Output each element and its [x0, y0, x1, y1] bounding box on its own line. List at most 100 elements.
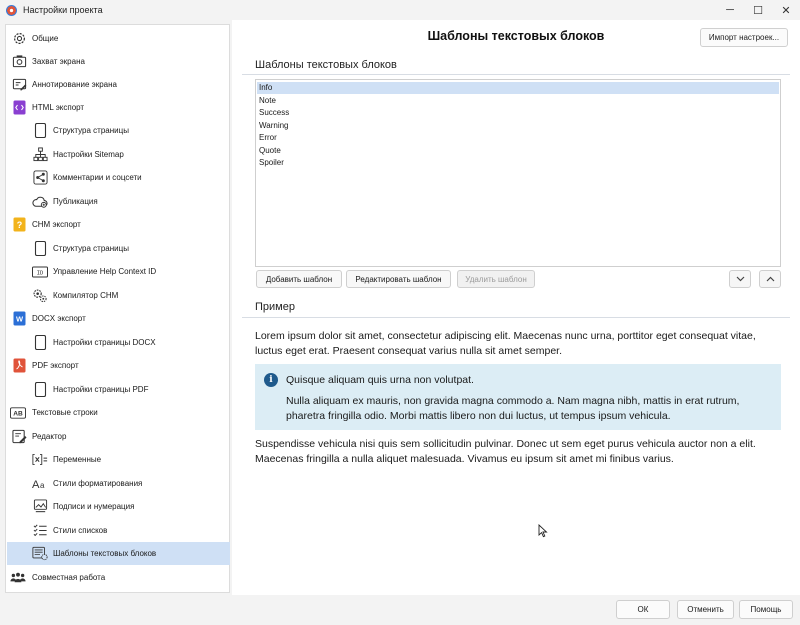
- sidebar-item-list-styles[interactable]: Стили списков: [7, 519, 230, 542]
- sidebar-item-pdf-export[interactable]: PDF экспорт: [7, 354, 230, 377]
- sidebar-item-docx-export[interactable]: W DOCX экспорт: [7, 307, 230, 330]
- sidebar-item-editor[interactable]: Редактор: [7, 425, 230, 448]
- ab-icon: AB: [10, 405, 26, 421]
- variables-icon: [32, 452, 48, 468]
- sidebar-item-comments-social[interactable]: Комментарии и соцсети: [7, 166, 230, 189]
- list-item-success[interactable]: Success: [257, 107, 779, 119]
- sidebar-item-label: Совместная работа: [32, 573, 106, 582]
- list-item-spoiler[interactable]: Spoiler: [257, 157, 779, 169]
- sidebar-item-label: Настройки Sitemap: [53, 150, 124, 159]
- sidebar-item-label: CHM экспорт: [32, 220, 81, 229]
- sidebar-item-publishing[interactable]: Публикация: [7, 190, 230, 213]
- svg-text:AB: AB: [13, 410, 23, 417]
- page-icon: [32, 241, 48, 257]
- sidebar-item-label: Текстовые строки: [32, 408, 98, 417]
- team-icon: [10, 570, 26, 586]
- sitemap-icon: [32, 147, 48, 163]
- page-icon: [32, 335, 48, 351]
- sidebar-item-label: Компилятор CHM: [53, 291, 119, 300]
- sidebar-item-label: Аннотирование экрана: [32, 80, 117, 89]
- add-template-button[interactable]: Добавить шаблон: [256, 270, 342, 288]
- sidebar-item-label: Переменные: [53, 455, 102, 464]
- ok-button[interactable]: ОК: [616, 600, 670, 619]
- captions-icon: [32, 499, 48, 515]
- sidebar-item-chm-compiler[interactable]: Компилятор CHM: [7, 284, 230, 307]
- chevron-up-icon: [766, 276, 774, 282]
- list-item-quote[interactable]: Quote: [257, 145, 779, 157]
- preview-paragraph: Lorem ipsum dolor sit amet, consectetur …: [255, 330, 756, 357]
- delete-template-button[interactable]: Удалить шаблон: [457, 270, 535, 288]
- help-button[interactable]: Помощь: [739, 600, 793, 619]
- move-up-button[interactable]: [759, 270, 781, 288]
- sidebar-item-formatting-styles[interactable]: Aa Стили форматирования: [7, 472, 230, 495]
- sidebar-item-chm-page-structure[interactable]: Структура страницы: [7, 237, 230, 260]
- sidebar-item-label: Публикация: [53, 197, 98, 206]
- templates-list[interactable]: Info Note Success Warning Error Quote Sp…: [255, 79, 781, 267]
- minimize-button[interactable]: ─: [716, 0, 744, 20]
- sidebar-item-html-page-structure[interactable]: Структура страницы: [7, 119, 230, 142]
- preview-section-title: Пример: [255, 301, 295, 313]
- window-title: Настройки проекта: [23, 5, 103, 15]
- context-id-icon: ID: [32, 264, 48, 280]
- sidebar-item-general[interactable]: Общие: [7, 27, 230, 50]
- app-logo-icon: [6, 4, 17, 16]
- gears-icon: [32, 288, 48, 304]
- svg-text:A: A: [32, 479, 40, 491]
- sidebar-item-label: Настройки страницы PDF: [53, 385, 149, 394]
- docx-icon: W: [11, 311, 27, 327]
- list-item-error[interactable]: Error: [257, 132, 779, 144]
- close-button[interactable]: ✕: [772, 0, 800, 20]
- sidebar-item-help-context-id[interactable]: ID Управление Help Context ID: [7, 260, 230, 283]
- share-icon: [32, 170, 48, 186]
- sidebar-item-chm-export[interactable]: ? CHM экспорт: [7, 213, 230, 236]
- pdf-icon: [11, 358, 27, 374]
- mouse-cursor-icon: [538, 524, 548, 538]
- list-item-warning[interactable]: Warning: [257, 120, 779, 132]
- sidebar-item-label: Структура страницы: [53, 126, 129, 135]
- sidebar-item-collaboration[interactable]: Совместная работа: [7, 566, 230, 589]
- info-block-title: Quisque aliquam quis urna non volutpat.: [286, 374, 474, 386]
- section-divider: [242, 74, 790, 75]
- import-settings-button[interactable]: Импорт настроек...: [700, 28, 788, 47]
- sidebar-item-captions-numbering[interactable]: Подписи и нумерация: [7, 495, 230, 518]
- sidebar-item-label: Управление Help Context ID: [53, 267, 157, 276]
- move-down-button[interactable]: [729, 270, 751, 288]
- text-block-templates-icon: [32, 546, 48, 562]
- sidebar-item-label: Структура страницы: [53, 244, 129, 253]
- sidebar-item-label: Общие: [32, 34, 59, 43]
- settings-content-panel: Шаблоны текстовых блоков Импорт настроек…: [232, 20, 800, 595]
- sidebar-item-screen-annotation[interactable]: Аннотирование экрана: [7, 73, 230, 96]
- preview-paragraph: Suspendisse vehicula nisi quis sem solli…: [255, 438, 756, 465]
- sidebar-item-html-export[interactable]: HTML экспорт: [7, 96, 230, 119]
- svg-text:W: W: [15, 315, 23, 324]
- info-icon: i: [264, 373, 278, 387]
- camera-icon: [11, 54, 27, 70]
- sidebar-item-pdf-page-settings[interactable]: Настройки страницы PDF: [7, 378, 230, 401]
- sidebar-item-label: Шаблоны текстовых блоков: [53, 549, 157, 558]
- cloud-icon: [32, 194, 48, 210]
- list-item-note[interactable]: Note: [257, 95, 779, 107]
- settings-sidebar: Общие Захват экрана Аннотирование экрана…: [5, 24, 230, 593]
- sidebar-item-label: DOCX экспорт: [32, 314, 86, 323]
- page-icon: [32, 382, 48, 398]
- sidebar-item-variables[interactable]: Переменные: [7, 448, 230, 471]
- sidebar-item-label: HTML экспорт: [32, 103, 85, 112]
- cancel-button[interactable]: Отменить: [677, 600, 734, 619]
- annotate-icon: [11, 77, 27, 93]
- chm-icon: ?: [11, 217, 27, 233]
- page-icon: [32, 123, 48, 139]
- maximize-button[interactable]: ☐: [744, 0, 772, 20]
- sidebar-item-screen-capture[interactable]: Захват экрана: [7, 50, 230, 73]
- section-divider: [242, 317, 790, 318]
- info-block-preview: i Quisque aliquam quis urna non volutpat…: [255, 364, 781, 430]
- list-item-info[interactable]: Info: [257, 82, 779, 94]
- sidebar-item-label: Захват экрана: [32, 57, 85, 66]
- gear-icon: [11, 31, 27, 47]
- sidebar-item-sitemap-settings[interactable]: Настройки Sitemap: [7, 143, 230, 166]
- html-icon: [11, 100, 27, 116]
- edit-template-button[interactable]: Редактировать шаблон: [346, 270, 451, 288]
- sidebar-item-docx-page-settings[interactable]: Настройки страницы DOCX: [7, 331, 230, 354]
- info-block-body: Nulla aliquam ex mauris, non gravida mag…: [286, 395, 740, 422]
- sidebar-item-text-strings[interactable]: AB Текстовые строки: [7, 401, 230, 424]
- sidebar-item-text-block-templates[interactable]: Шаблоны текстовых блоков: [7, 542, 230, 565]
